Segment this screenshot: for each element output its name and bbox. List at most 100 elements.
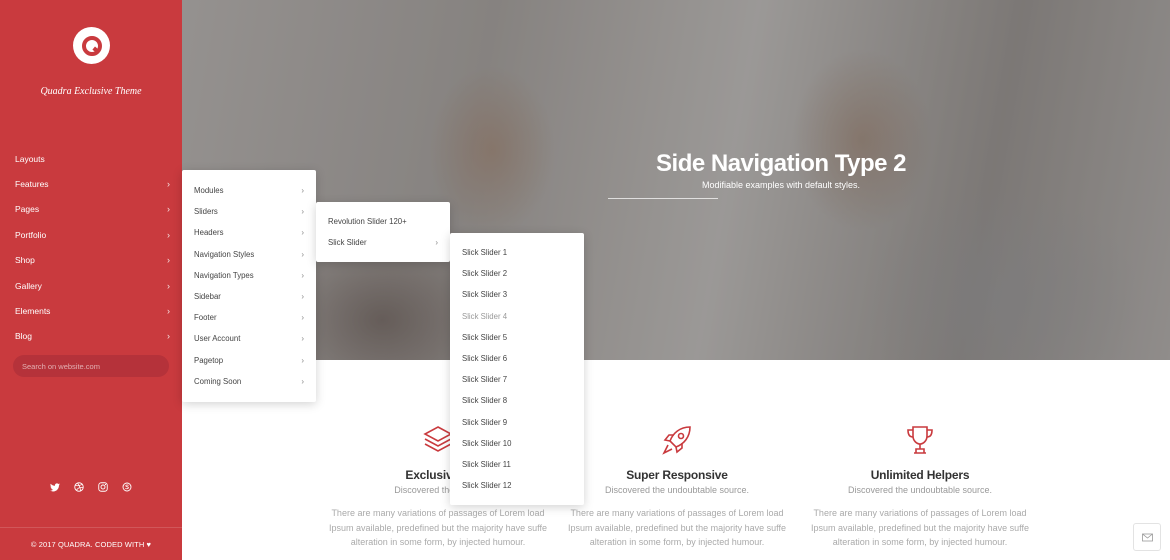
menu-item-pagetop[interactable]: Pagetop › xyxy=(182,350,316,371)
menu-item-slick-slider-4[interactable]: Slick Slider 4 xyxy=(450,306,584,327)
sidebar-item-features[interactable]: Features › xyxy=(0,171,182,196)
menu-item-label: Slick Slider 4 xyxy=(462,311,508,321)
menu-item-slick-slider-5[interactable]: Slick Slider 5 xyxy=(450,327,584,348)
menu-item-label: Pagetop xyxy=(194,355,224,365)
menu-item-label: Slick Slider 2 xyxy=(462,269,508,279)
contact-button[interactable] xyxy=(1133,523,1161,551)
menu-item-slick-slider-11[interactable]: Slick Slider 11 xyxy=(450,454,584,475)
menu-item-label: Slick Slider xyxy=(328,238,367,248)
menu-item-label: Slick Slider 10 xyxy=(462,438,512,448)
menu-item-slick-slider-9[interactable]: Slick Slider 9 xyxy=(450,412,584,433)
copyright-text: © 2017 QUADRA. CODED WITH xyxy=(30,540,145,549)
menu-item-navigation-types[interactable]: Navigation Types › xyxy=(182,265,316,286)
page-subtitle: Modifiable examples with default styles. xyxy=(701,180,861,190)
sidebar-item-shop[interactable]: Shop › xyxy=(0,248,182,273)
chevron-right-icon: › xyxy=(167,306,170,317)
feature-description: There are many variations of passages of… xyxy=(329,508,547,547)
menu-item-revolution-slider[interactable]: Revolution Slider 120+ xyxy=(316,211,450,232)
menu-item-slick-slider-3[interactable]: Slick Slider 3 xyxy=(450,284,584,305)
feature-subtitle: Discovered the undoubtable source. xyxy=(604,485,750,495)
menu-item-label: Navigation Styles xyxy=(194,249,255,259)
skype-icon[interactable] xyxy=(121,480,133,494)
trophy-icon xyxy=(800,420,1040,460)
sidebar-item-label: Features xyxy=(15,179,49,190)
menu-item-slick-slider[interactable]: Slick Slider › xyxy=(316,232,450,253)
chevron-right-icon: › xyxy=(435,238,438,248)
chevron-right-icon: › xyxy=(301,313,304,323)
menu-item-label: Slick Slider 12 xyxy=(462,481,512,491)
heart-icon: ♥ xyxy=(146,540,152,549)
chevron-right-icon: › xyxy=(167,331,170,342)
menu-item-slick-slider-1[interactable]: Slick Slider 1 xyxy=(450,242,584,263)
menu-item-label: Slick Slider 1 xyxy=(462,248,508,258)
submenu-features: Modules › Sliders › Headers › Navigation St… xyxy=(182,170,316,402)
chevron-right-icon: › xyxy=(301,376,304,386)
sidebar-item-label: Pages xyxy=(15,204,40,215)
feature-description: There are many variations of passages of… xyxy=(811,508,1029,547)
menu-item-label: Sidebar xyxy=(194,292,221,302)
menu-item-label: Slick Slider 3 xyxy=(462,290,508,300)
menu-item-slick-slider-7[interactable]: Slick Slider 7 xyxy=(450,369,584,390)
copyright: © 2017 QUADRA. CODED WITH ♥ xyxy=(0,540,182,549)
chevron-right-icon: › xyxy=(167,255,170,266)
chevron-right-icon: › xyxy=(167,179,170,190)
dribbble-icon[interactable] xyxy=(73,480,85,494)
menu-item-footer[interactable]: Footer › xyxy=(182,307,316,328)
title-divider xyxy=(608,198,718,199)
menu-item-headers[interactable]: Headers › xyxy=(182,222,316,243)
rocket-icon xyxy=(557,420,797,460)
menu-item-label: Modules xyxy=(194,186,224,196)
menu-item-label: Slick Slider 11 xyxy=(462,459,511,469)
feature-subtitle: Discovered the undoubtable source. xyxy=(847,485,993,495)
sidebar-item-label: Gallery xyxy=(15,280,42,291)
social-links xyxy=(0,480,182,494)
chevron-right-icon: › xyxy=(167,280,170,291)
twitter-icon[interactable] xyxy=(49,480,61,494)
sidebar-item-pages[interactable]: Pages › xyxy=(0,197,182,222)
feature-title: Unlimited Helpers xyxy=(870,468,970,482)
chevron-right-icon: › xyxy=(301,292,304,302)
menu-item-label: Footer xyxy=(194,313,217,323)
sidebar-item-blog[interactable]: Blog › xyxy=(0,324,182,349)
chevron-right-icon: › xyxy=(301,334,304,344)
menu-item-label: Navigation Types xyxy=(194,270,254,280)
search-input[interactable] xyxy=(13,355,169,377)
menu-item-slick-slider-6[interactable]: Slick Slider 6 xyxy=(450,348,584,369)
feature-card: Unlimited Helpers Discovered the undoubt… xyxy=(800,420,1040,550)
chevron-right-icon: › xyxy=(301,270,304,280)
sidebar-item-layouts[interactable]: Layouts xyxy=(0,146,182,171)
menu-item-label: Slick Slider 9 xyxy=(462,417,508,427)
menu-item-label: Revolution Slider 120+ xyxy=(328,217,407,227)
sidebar-item-label: Layouts xyxy=(15,153,45,164)
submenu-sliders: Revolution Slider 120+ Slick Slider › xyxy=(316,202,450,263)
chevron-right-icon: › xyxy=(167,229,170,240)
chevron-right-icon: › xyxy=(301,355,304,365)
menu-item-slick-slider-10[interactable]: Slick Slider 10 xyxy=(450,433,584,454)
menu-item-label: Coming Soon xyxy=(194,376,242,386)
tagline: Quadra Exclusive Theme xyxy=(40,86,142,97)
sidebar-item-label: Elements xyxy=(15,306,51,317)
chevron-right-icon: › xyxy=(301,228,304,238)
menu-item-slick-slider-8[interactable]: Slick Slider 8 xyxy=(450,390,584,411)
logo[interactable] xyxy=(73,27,110,64)
sidebar-item-label: Blog xyxy=(15,331,33,342)
sidebar-item-label: Shop xyxy=(15,255,35,266)
menu-item-label: Slick Slider 8 xyxy=(462,396,508,406)
sidebar-item-elements[interactable]: Elements › xyxy=(0,298,182,323)
menu-item-slick-slider-2[interactable]: Slick Slider 2 xyxy=(450,263,584,284)
menu-item-sidebar[interactable]: Sidebar › xyxy=(182,286,316,307)
sidebar-item-gallery[interactable]: Gallery › xyxy=(0,273,182,298)
sidebar-item-portfolio[interactable]: Portfolio › xyxy=(0,222,182,247)
menu-item-sliders[interactable]: Sliders › xyxy=(182,201,316,222)
instagram-icon[interactable] xyxy=(97,480,109,494)
page-title: Side Navigation Type 2 xyxy=(656,150,906,177)
sidebar: Quadra Exclusive Theme Layouts Features ›… xyxy=(0,0,182,560)
submenu-slick-slider: Slick Slider 1 Slick Slider 2 Slick Slid… xyxy=(450,233,584,506)
menu-item-user-account[interactable]: User Account › xyxy=(182,328,316,349)
menu-item-label: User Account xyxy=(194,334,241,344)
menu-item-modules[interactable]: Modules › xyxy=(182,180,316,201)
menu-item-slick-slider-12[interactable]: Slick Slider 12 xyxy=(450,475,584,496)
menu-item-coming-soon[interactable]: Coming Soon › xyxy=(182,371,316,392)
feature-title: Super Responsive xyxy=(626,468,728,482)
menu-item-navigation-styles[interactable]: Navigation Styles › xyxy=(182,244,316,265)
